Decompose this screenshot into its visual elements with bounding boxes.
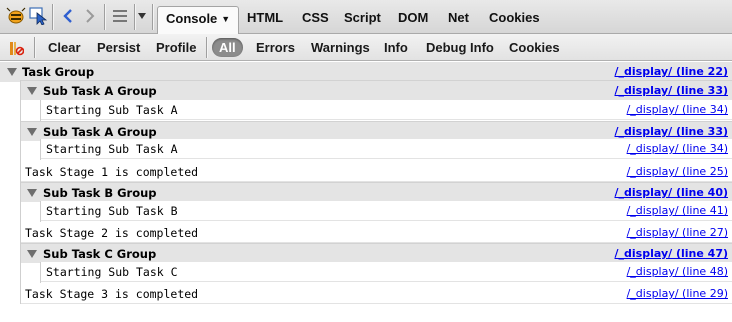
tab-cookies[interactable]: Cookies [485, 6, 544, 30]
firebug-bug-icon[interactable] [6, 6, 26, 26]
source-link[interactable]: /_display/ (line 25) [627, 162, 728, 182]
log-group-task[interactable]: Task Group /_display/ (line 22) [0, 62, 732, 82]
log-message: Starting Sub Task A /_display/ (line 34) [40, 139, 732, 159]
source-link[interactable]: /_display/ (line 34) [627, 100, 728, 120]
tab-css[interactable]: CSS [298, 6, 333, 30]
message-text: Starting Sub Task A [46, 103, 178, 117]
forward-arrow-icon[interactable] [80, 6, 100, 26]
message-text: Task Stage 1 is completed [25, 165, 199, 179]
expanded-triangle-icon[interactable] [27, 189, 37, 197]
filter-info-button[interactable]: Info [384, 38, 408, 57]
source-link[interactable]: /_display/ (line 34) [627, 139, 728, 159]
tab-console[interactable]: Console ▼ [157, 6, 240, 34]
tab-net[interactable]: Net [444, 6, 473, 30]
group-indent-line [40, 201, 41, 222]
filter-errors-button[interactable]: Errors [256, 38, 295, 57]
expanded-triangle-icon[interactable] [7, 68, 17, 76]
clear-button[interactable]: Clear [48, 38, 81, 57]
console-log: Task Group /_display/ (line 22) Sub Task… [0, 62, 732, 322]
expanded-triangle-icon[interactable] [27, 87, 37, 95]
log-group-subtask-b[interactable]: Sub Task B Group /_display/ (line 40) [20, 182, 732, 202]
console-toolbar: Clear Persist Profile All Errors Warning… [0, 34, 732, 61]
group-indent-line [40, 139, 41, 160]
toolbar-separator [134, 4, 135, 30]
log-group-subtask-a[interactable]: Sub Task A Group /_display/ (line 33) [20, 121, 732, 141]
group-indent-line [40, 262, 41, 283]
log-message: Task Stage 2 is completed /_display/ (li… [20, 223, 732, 243]
toolbar-separator [152, 4, 153, 30]
message-text: Task Stage 2 is completed [25, 226, 199, 240]
group-label: Sub Task C Group [43, 247, 157, 261]
log-group-subtask-c[interactable]: Sub Task C Group /_display/ (line 47) [20, 243, 732, 263]
source-link[interactable]: /_display/ (line 47) [615, 244, 728, 264]
source-link[interactable]: /_display/ (line 41) [627, 201, 728, 221]
tab-script[interactable]: Script [340, 6, 385, 30]
filter-warnings-button[interactable]: Warnings [311, 38, 370, 57]
source-link[interactable]: /_display/ (line 27) [627, 223, 728, 243]
profile-button[interactable]: Profile [156, 38, 196, 57]
filter-all-button[interactable]: All [212, 38, 243, 57]
toolbar-separator [206, 37, 207, 58]
persist-button[interactable]: Persist [97, 38, 140, 57]
message-text: Starting Sub Task B [46, 204, 178, 218]
filter-debug-info-button[interactable]: Debug Info [426, 38, 494, 57]
group-label: Sub Task A Group [43, 84, 157, 98]
options-dropdown-icon[interactable] [136, 6, 148, 26]
inspect-pointer-icon[interactable] [28, 6, 48, 26]
message-text: Starting Sub Task C [46, 265, 178, 279]
log-message: Starting Sub Task B /_display/ (line 41) [40, 201, 732, 221]
group-label: Task Group [22, 65, 95, 79]
log-message: Starting Sub Task C /_display/ (line 48) [40, 262, 732, 282]
log-message: Task Stage 1 is completed /_display/ (li… [20, 162, 732, 182]
tab-console-label: Console [166, 11, 218, 26]
source-link[interactable]: /_display/ (line 40) [615, 183, 728, 203]
toolbar-separator [52, 4, 53, 30]
tab-html[interactable]: HTML [243, 6, 287, 30]
log-message: Starting Sub Task A /_display/ (line 34) [40, 100, 732, 120]
chevron-down-icon: ▼ [221, 14, 231, 24]
clear-console-icon[interactable] [6, 38, 26, 58]
back-arrow-icon[interactable] [58, 6, 78, 26]
source-link[interactable]: /_display/ (line 33) [615, 81, 728, 101]
source-link[interactable]: /_display/ (line 22) [615, 62, 728, 82]
toolbar-separator [104, 4, 105, 30]
group-label: Sub Task B Group [43, 186, 157, 200]
toolbar-separator [34, 37, 35, 58]
source-link[interactable]: /_display/ (line 48) [627, 262, 728, 282]
filter-cookies-button[interactable]: Cookies [509, 38, 560, 57]
firebug-toolbar: Console ▼ HTML CSS Script DOM Net Cookies [0, 0, 732, 34]
tab-dom[interactable]: DOM [394, 6, 432, 30]
log-group-subtask-a[interactable]: Sub Task A Group /_display/ (line 33) [20, 80, 732, 100]
message-text: Starting Sub Task A [46, 142, 178, 156]
menu-lines-icon[interactable] [110, 6, 130, 26]
expanded-triangle-icon[interactable] [27, 250, 37, 258]
expanded-triangle-icon[interactable] [27, 128, 37, 136]
message-text: Task Stage 3 is completed [25, 287, 199, 301]
source-link[interactable]: /_display/ (line 29) [627, 284, 728, 304]
log-message: Task Stage 3 is completed /_display/ (li… [20, 284, 732, 304]
group-indent-line [40, 100, 41, 121]
group-indent-line [20, 80, 21, 304]
